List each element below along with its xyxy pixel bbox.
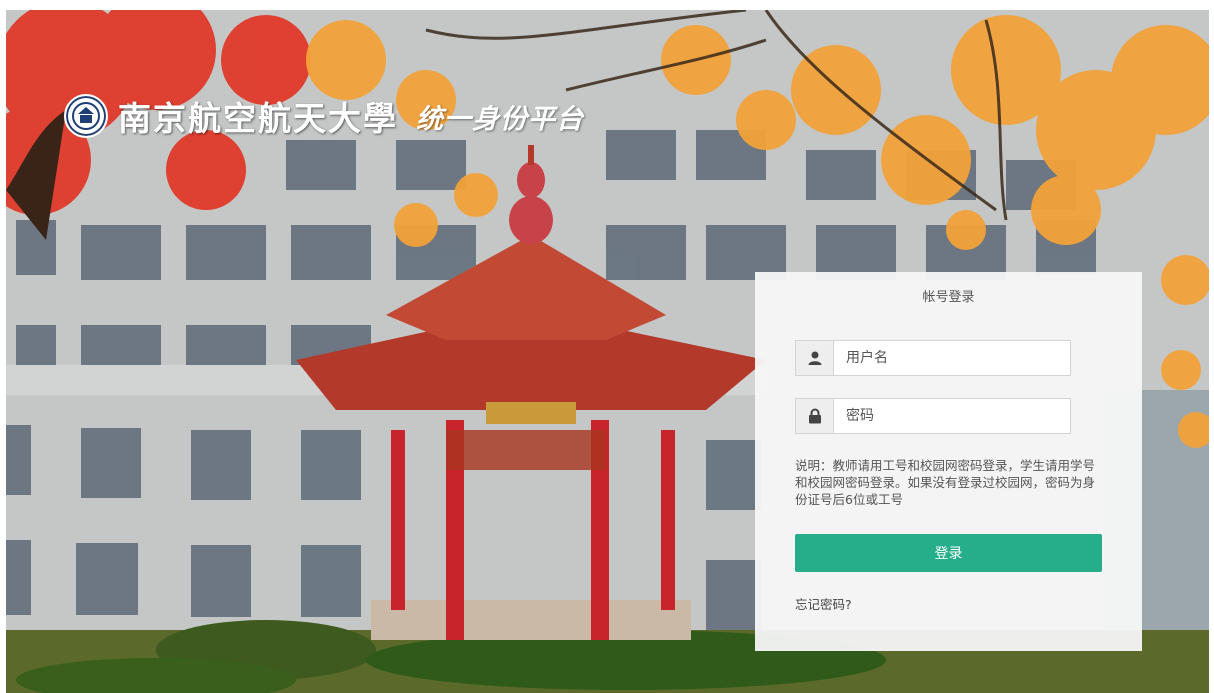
username-field-group — [795, 340, 1071, 376]
username-input[interactable] — [834, 341, 1070, 375]
brand-header: 南京航空航天大學 统一身份平台 — [64, 94, 584, 138]
lock-icon — [796, 399, 834, 433]
login-title: 帐号登录 — [922, 290, 975, 305]
login-button[interactable]: 登录 — [795, 534, 1102, 572]
password-input[interactable] — [834, 399, 1070, 433]
university-seal-icon — [64, 94, 108, 138]
platform-name: 统一身份平台 — [416, 103, 584, 135]
login-instructions: 说明：教师请用工号和校园网密码登录，学生请用学号和校园网密码登录。如果没有登录过… — [795, 458, 1096, 507]
forgot-password-link[interactable]: 忘记密码? — [795, 594, 852, 613]
password-field-group — [795, 398, 1071, 434]
university-name: 南京航空航天大學 — [118, 99, 398, 138]
login-panel: 帐号登录 说明：教师请用工号和校园网密码登录，学生请用学号和校园网密码登录。如果… — [755, 272, 1142, 651]
user-icon — [796, 341, 834, 375]
